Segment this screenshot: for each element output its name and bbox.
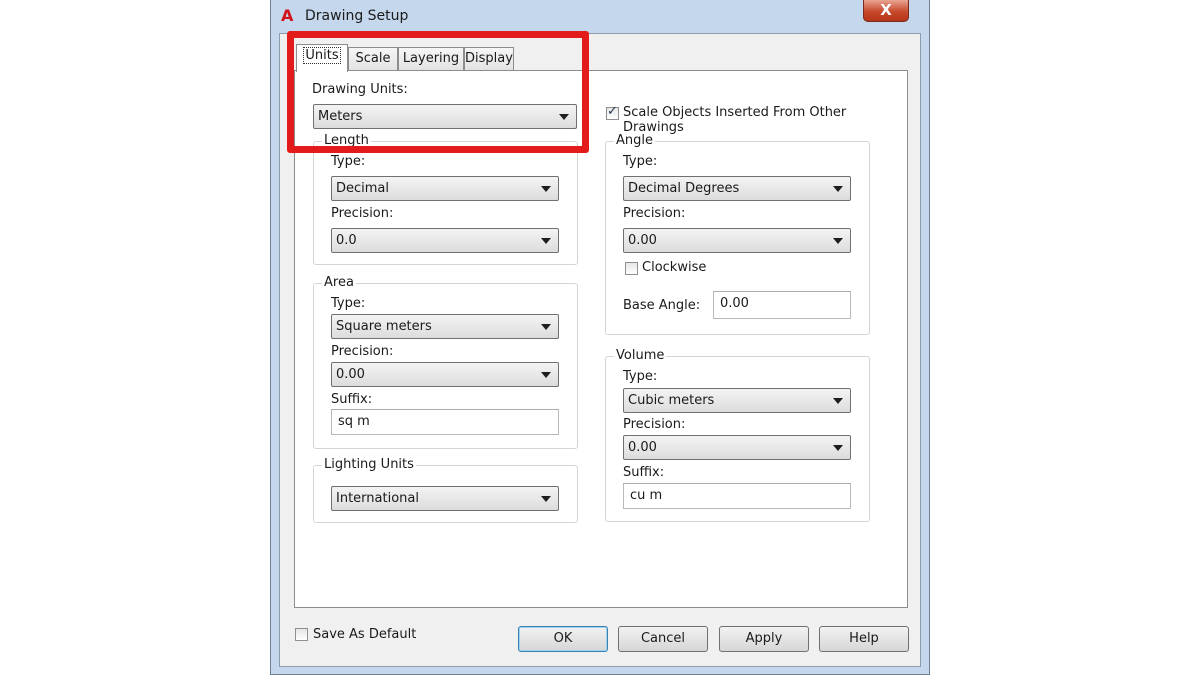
lighting-units-select[interactable]: International xyxy=(331,486,559,511)
area-type-value: Square meters xyxy=(336,319,432,334)
chevron-down-icon xyxy=(833,186,843,192)
volume-group: Volume Type: Cubic meters Precision: 0.0… xyxy=(605,348,870,522)
base-angle-input[interactable]: 0.00 xyxy=(713,291,851,319)
chevron-down-icon xyxy=(541,186,551,192)
length-type-value: Decimal xyxy=(336,181,390,196)
area-precision-select[interactable]: 0.00 xyxy=(331,362,559,387)
area-suffix-label: Suffix: xyxy=(331,392,373,407)
save-as-default-label[interactable]: Save As Default xyxy=(313,627,416,642)
angle-group: Angle Type: Decimal Degrees Precision: 0… xyxy=(605,133,870,335)
angle-type-value: Decimal Degrees xyxy=(628,181,740,196)
scale-objects-checkbox[interactable] xyxy=(606,104,619,120)
close-icon: X xyxy=(880,1,892,19)
clockwise-checkbox[interactable] xyxy=(625,262,638,275)
angle-group-title: Angle xyxy=(614,133,655,148)
length-precision-value: 0.0 xyxy=(336,233,357,248)
base-angle-label: Base Angle: xyxy=(623,298,701,313)
angle-precision-label: Precision: xyxy=(623,206,686,221)
autocad-app-icon: A xyxy=(281,6,294,25)
volume-precision-value: 0.00 xyxy=(628,440,657,455)
close-button[interactable]: X xyxy=(863,0,909,22)
scale-objects-label[interactable]: Scale Objects Inserted From Other Drawin… xyxy=(623,105,907,135)
area-group-title: Area xyxy=(322,275,356,290)
area-suffix-input[interactable]: sq m xyxy=(331,409,559,435)
chevron-down-icon xyxy=(833,398,843,404)
volume-suffix-input[interactable]: cu m xyxy=(623,483,851,509)
lighting-units-value: International xyxy=(336,491,419,506)
cancel-button[interactable]: Cancel xyxy=(618,626,708,652)
volume-type-label: Type: xyxy=(623,369,658,384)
clockwise-label[interactable]: Clockwise xyxy=(642,260,706,275)
area-type-label: Type: xyxy=(331,296,366,311)
dialog-title: Drawing Setup xyxy=(305,8,409,24)
area-precision-label: Precision: xyxy=(331,344,394,359)
angle-type-select[interactable]: Decimal Degrees xyxy=(623,176,851,201)
volume-precision-label: Precision: xyxy=(623,417,686,432)
length-group: Length Type: Decimal Precision: 0.0 xyxy=(313,133,578,265)
title-bar[interactable]: A Drawing Setup X xyxy=(271,0,929,34)
area-group: Area Type: Square meters Precision: 0.00… xyxy=(313,275,578,449)
chevron-down-icon xyxy=(541,238,551,244)
area-precision-value: 0.00 xyxy=(336,367,365,382)
chevron-down-icon xyxy=(541,496,551,502)
angle-precision-select[interactable]: 0.00 xyxy=(623,228,851,253)
angle-precision-value: 0.00 xyxy=(628,233,657,248)
tab-units[interactable]: Units xyxy=(296,44,348,72)
lighting-units-group: Lighting Units International xyxy=(313,457,578,523)
ok-button[interactable]: OK xyxy=(518,626,608,652)
help-button[interactable]: Help xyxy=(819,626,909,652)
length-type-label: Type: xyxy=(331,154,366,169)
tab-units-label: Units xyxy=(303,47,341,64)
volume-precision-select[interactable]: 0.00 xyxy=(623,435,851,460)
length-precision-select[interactable]: 0.0 xyxy=(331,228,559,253)
chevron-down-icon xyxy=(833,445,843,451)
chevron-down-icon xyxy=(541,372,551,378)
apply-button[interactable]: Apply xyxy=(719,626,809,652)
chevron-down-icon xyxy=(833,238,843,244)
volume-suffix-label: Suffix: xyxy=(623,465,665,480)
angle-type-label: Type: xyxy=(623,154,658,169)
length-precision-label: Precision: xyxy=(331,206,394,221)
volume-type-value: Cubic meters xyxy=(628,393,715,408)
chevron-down-icon xyxy=(541,324,551,330)
volume-type-select[interactable]: Cubic meters xyxy=(623,388,851,413)
save-as-default-checkbox[interactable] xyxy=(295,628,308,641)
volume-group-title: Volume xyxy=(614,348,667,363)
area-type-select[interactable]: Square meters xyxy=(331,314,559,339)
length-type-select[interactable]: Decimal xyxy=(331,176,559,201)
lighting-units-title: Lighting Units xyxy=(322,457,416,472)
